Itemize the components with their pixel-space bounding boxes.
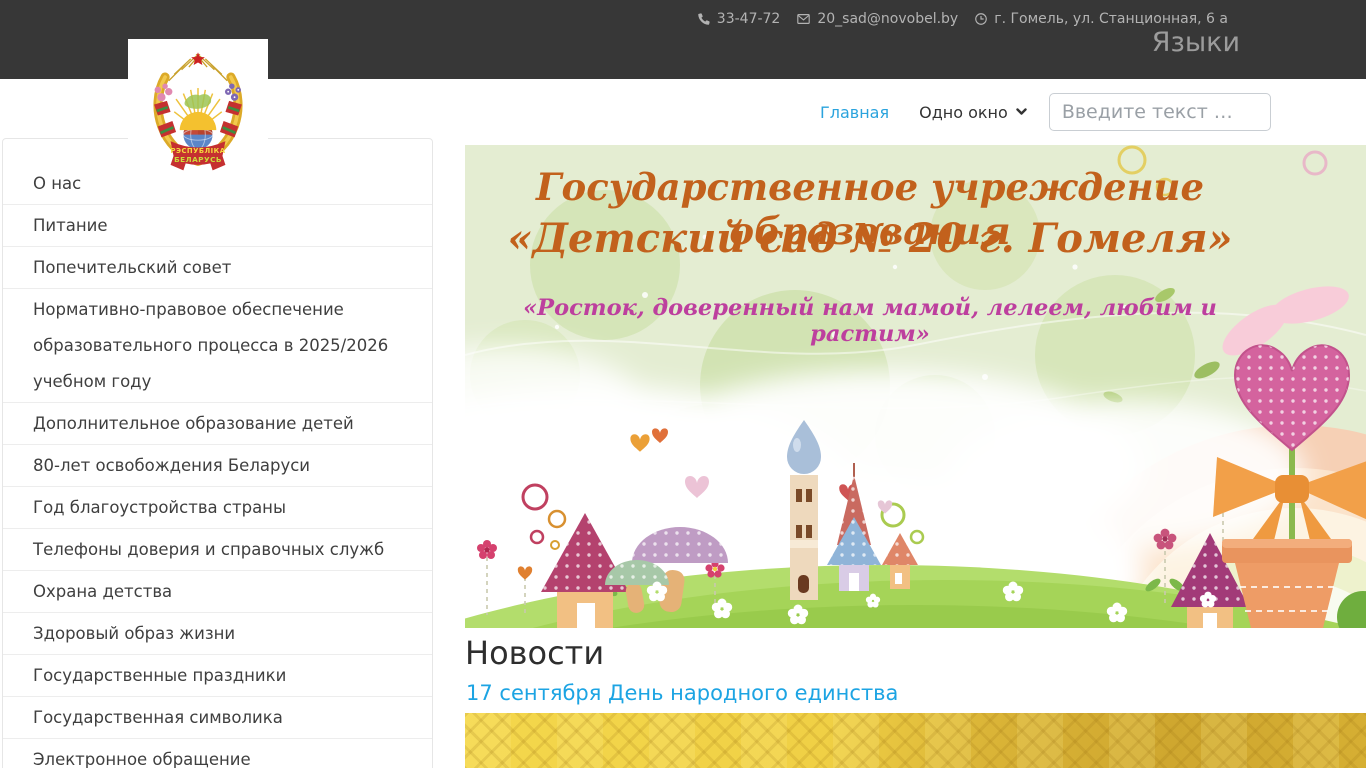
tower-droplet bbox=[787, 420, 821, 600]
sidebar-item-state-holidays[interactable]: Государственные праздники bbox=[3, 654, 432, 696]
sidebar-menu: О нас Питание Попечительский совет Норма… bbox=[3, 139, 432, 768]
address-text: г. Гомель, ул. Станционная, 6 а bbox=[994, 11, 1228, 27]
sidebar-item-board[interactable]: Попечительский совет bbox=[3, 246, 432, 288]
nav-home-link[interactable]: Главная bbox=[820, 103, 889, 122]
contact-info: 33-47-72 20_sad@novobel.by г. Гомель, ул… bbox=[697, 11, 1228, 27]
news-link[interactable]: 17 сентября День народного единства bbox=[466, 681, 898, 705]
envelope-icon bbox=[797, 14, 811, 24]
sidebar-item-healthy-lifestyle[interactable]: Здоровый образ жизни bbox=[3, 612, 432, 654]
search-input[interactable] bbox=[1048, 93, 1271, 131]
phone-number: 33-47-72 bbox=[716, 11, 781, 27]
languages-label[interactable]: Языки bbox=[1152, 28, 1240, 58]
address-block: г. Гомель, ул. Станционная, 6 а bbox=[974, 11, 1228, 27]
news-heading: Новости bbox=[465, 634, 605, 672]
chevron-down-icon bbox=[1016, 108, 1027, 115]
main-nav: Главная Одно окно bbox=[820, 79, 1271, 145]
sidebar-item-extra-education[interactable]: Дополнительное образование детей bbox=[3, 402, 432, 444]
clock-icon bbox=[975, 13, 988, 25]
sidebar-item-e-appeal[interactable]: Электронное обращение bbox=[3, 738, 432, 768]
phone-block: 33-47-72 bbox=[697, 11, 781, 27]
banner-slogan: «Росток, доверенный нам мамой, лелеем, л… bbox=[523, 295, 1217, 347]
banner-title-line2: «Детский сад № 20 г. Гомеля» bbox=[507, 215, 1233, 262]
sidebar-item-helplines[interactable]: Телефоны доверия и справочных служб bbox=[3, 528, 432, 570]
banner: Государственное учреждение образования «… bbox=[465, 145, 1366, 628]
belarus-coat-of-arms: РЭСПУБЛІКА БЕЛАРУСЬ bbox=[153, 51, 243, 170]
logo-text-line1: РЭСПУБЛІКА bbox=[171, 146, 226, 154]
news-article-image bbox=[465, 713, 1366, 768]
phone-icon bbox=[698, 13, 710, 25]
site-logo[interactable]: РЭСПУБЛІКА БЕЛАРУСЬ bbox=[128, 39, 268, 180]
nav-one-window-label: Одно окно bbox=[919, 102, 1008, 122]
sidebar-item-80-years[interactable]: 80-лет освобождения Беларуси bbox=[3, 444, 432, 486]
nav-one-window[interactable]: Одно окно bbox=[919, 103, 1027, 122]
email-address: 20_sad@novobel.by bbox=[817, 11, 959, 27]
sidebar-item-child-protection[interactable]: Охрана детства bbox=[3, 570, 432, 612]
sidebar-item-improvement-year[interactable]: Год благоустройства страны bbox=[3, 486, 432, 528]
sidebar-item-legal[interactable]: Нормативно-правовое обеспечение образова… bbox=[3, 288, 432, 402]
sidebar: О нас Питание Попечительский совет Норма… bbox=[2, 138, 433, 768]
sidebar-item-food[interactable]: Питание bbox=[3, 204, 432, 246]
page: 33-47-72 20_sad@novobel.by г. Гомель, ул… bbox=[0, 0, 1366, 768]
email-block: 20_sad@novobel.by bbox=[796, 11, 958, 27]
logo-text-line2: БЕЛАРУСЬ bbox=[174, 155, 222, 164]
sidebar-item-state-symbols[interactable]: Государственная символика bbox=[3, 696, 432, 738]
